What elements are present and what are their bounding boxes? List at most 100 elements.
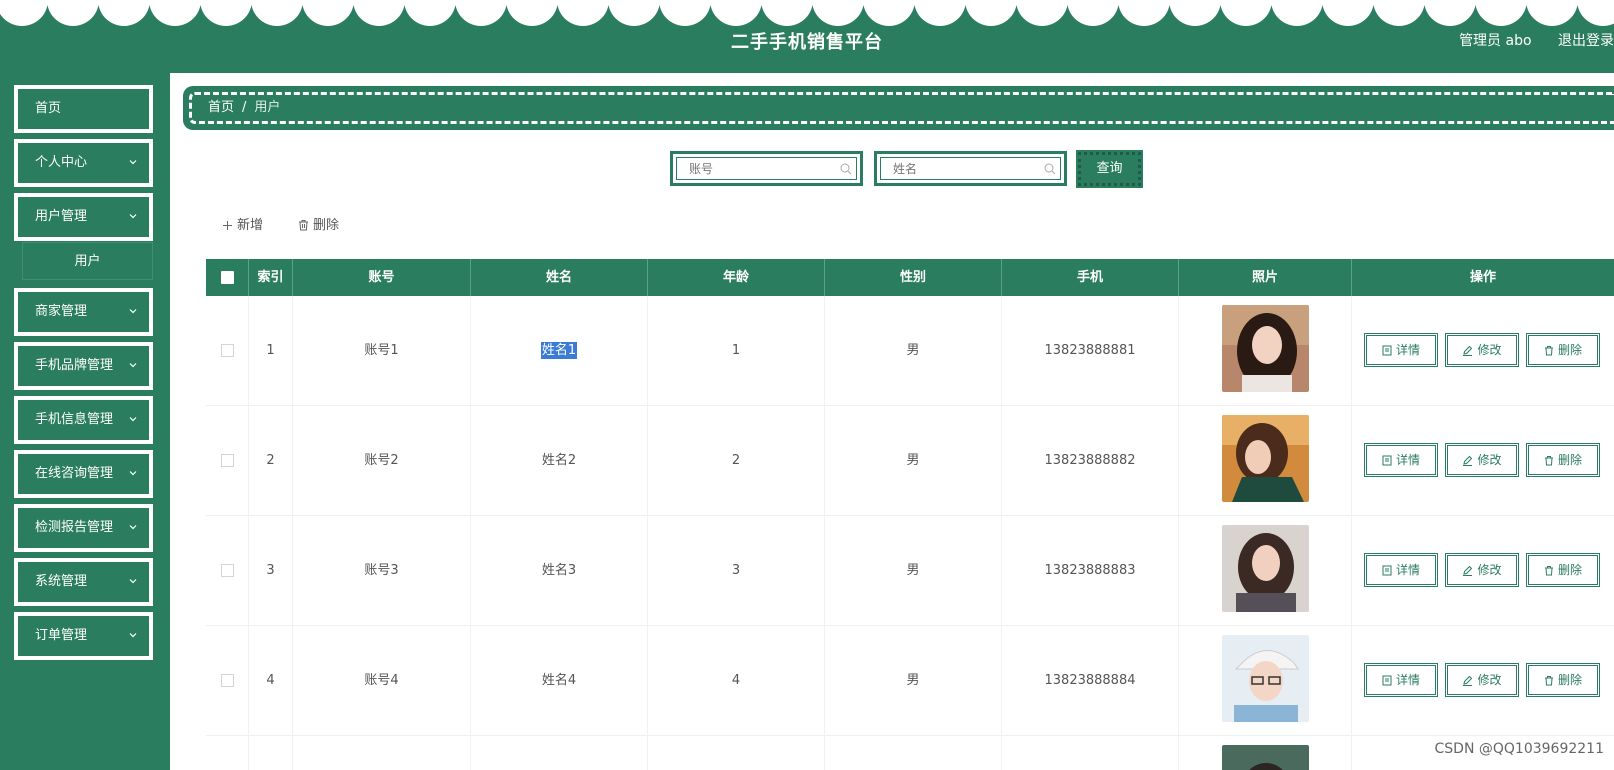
edit-button-label: 修改 [1477, 563, 1502, 577]
breadcrumb-home-link[interactable]: 首页 [208, 100, 234, 115]
column-header-actions: 操作 [1469, 270, 1496, 285]
detail-button[interactable]: 详情 [1364, 553, 1438, 587]
edit-button[interactable]: 修改 [1445, 333, 1519, 367]
cell-photo [1179, 516, 1352, 626]
detail-button[interactable]: 详情 [1364, 443, 1438, 477]
cell-gender: 男 [825, 626, 1002, 736]
user-photo[interactable] [1222, 415, 1309, 502]
sidebar-item-brand-management[interactable]: 手机品牌管理 [14, 342, 153, 390]
top-header: 二手手机销售平台 管理员 abo 退出登录 [0, 0, 1614, 73]
edit-button-label: 修改 [1477, 343, 1502, 357]
cell-name: 姓名1 [471, 296, 648, 406]
add-button[interactable]: 新增 [222, 214, 263, 233]
search-icon [840, 163, 852, 175]
delete-button[interactable]: 删除 [1526, 663, 1600, 697]
batch-delete-label: 删除 [313, 218, 340, 233]
table-header: 索引 账号 姓名 年龄 性别 手机 照片 操作 [206, 259, 1614, 296]
detail-button[interactable]: 详情 [1364, 663, 1438, 697]
row-select-cell [206, 626, 249, 736]
sidebar-item-merchant-management[interactable]: 商家管理 [14, 288, 153, 336]
cell-phone: 13823888882 [1002, 406, 1179, 516]
delete-button-label: 删除 [1557, 343, 1582, 357]
sidebar-item-system-management[interactable]: 系统管理 [14, 558, 153, 606]
cell-actions: 详情 修改 删除 [1352, 296, 1614, 406]
delete-button[interactable]: 删除 [1526, 333, 1600, 367]
cell-age: 4 [648, 626, 825, 736]
cell-name [471, 736, 648, 770]
query-button[interactable]: 查询 [1076, 150, 1143, 188]
sidebar-item-label: 手机信息管理 [35, 412, 114, 427]
sidebar-item-personal-center[interactable]: 个人中心 [14, 139, 153, 187]
user-photo[interactable] [1222, 305, 1309, 392]
sidebar-item-home[interactable]: 首页 [14, 85, 153, 133]
breadcrumb: 首页 / 用户 [183, 86, 1614, 130]
column-header-photo: 照片 [1179, 259, 1352, 296]
edit-button-label: 修改 [1477, 673, 1502, 687]
user-photo[interactable] [1222, 635, 1309, 722]
delete-button[interactable]: 删除 [1526, 553, 1600, 587]
cell-gender: 男 [825, 406, 1002, 516]
sidebar-subitem-users[interactable]: 用户 [22, 242, 153, 280]
batch-delete-button[interactable]: 删除 [298, 214, 339, 233]
cell-photo [1179, 736, 1352, 770]
table-row-partial [206, 736, 1614, 770]
cell-photo [1179, 626, 1352, 736]
chevron-down-icon [129, 579, 137, 584]
select-all-checkbox[interactable] [220, 271, 234, 284]
row-checkbox[interactable] [220, 564, 234, 577]
table-row: 1 账号1 姓名1 1 男 13823888881 详情 修改 删除 [206, 296, 1614, 406]
chevron-down-icon [129, 633, 137, 638]
edit-icon [1463, 455, 1473, 466]
cell-index: 1 [249, 296, 293, 406]
cell-photo [1179, 406, 1352, 516]
sidebar-item-user-management[interactable]: 用户管理 [14, 193, 153, 241]
sidebar-item-label: 手机品牌管理 [35, 358, 114, 373]
edit-button[interactable]: 修改 [1445, 663, 1519, 697]
header-user-area: 管理员 abo 退出登录 [1437, 30, 1614, 50]
column-header-account: 账号 [293, 259, 471, 296]
name-search-input[interactable] [880, 157, 1061, 180]
column-header-index: 索引 [249, 259, 293, 296]
cell-photo [1179, 296, 1352, 406]
cell-index: 3 [249, 516, 293, 626]
chevron-down-icon [129, 160, 137, 165]
account-search-input[interactable] [676, 157, 857, 180]
sidebar-item-label: 订单管理 [35, 628, 88, 643]
trash-icon [299, 220, 308, 231]
sidebar-item-label: 用户管理 [35, 209, 88, 224]
delete-button-label: 删除 [1557, 673, 1582, 687]
row-checkbox[interactable] [220, 344, 234, 357]
breadcrumb-separator: / [242, 100, 247, 115]
cell-account [293, 736, 471, 770]
cell-phone: 13823888883 [1002, 516, 1179, 626]
delete-button[interactable]: 删除 [1526, 443, 1600, 477]
sidebar-item-order-management[interactable]: 订单管理 [14, 612, 153, 660]
detail-button[interactable]: 详情 [1364, 333, 1438, 367]
cell-index: 2 [249, 406, 293, 516]
delete-button-label: 删除 [1557, 453, 1582, 467]
account-search-box [670, 151, 863, 186]
detail-button-label: 详情 [1395, 563, 1420, 577]
logout-link[interactable]: 退出登录 [1558, 33, 1614, 49]
sidebar-item-label: 在线咨询管理 [35, 466, 114, 481]
cell-name: 姓名2 [471, 406, 648, 516]
sidebar-item-phone-info-management[interactable]: 手机信息管理 [14, 396, 153, 444]
cell-age: 3 [648, 516, 825, 626]
edit-icon [1463, 675, 1473, 686]
user-photo[interactable] [1222, 745, 1309, 770]
row-checkbox[interactable] [220, 674, 234, 687]
sidebar-item-label: 检测报告管理 [35, 520, 114, 535]
row-checkbox[interactable] [220, 454, 234, 467]
cell-name: 姓名3 [471, 516, 648, 626]
scallop-border-decoration [0, 0, 1614, 26]
edit-button[interactable]: 修改 [1445, 553, 1519, 587]
row-select-cell [206, 736, 249, 770]
edit-button[interactable]: 修改 [1445, 443, 1519, 477]
sidebar-item-online-consult-management[interactable]: 在线咨询管理 [14, 450, 153, 498]
trash-icon [1544, 566, 1553, 576]
user-photo[interactable] [1222, 525, 1309, 612]
cell-gender: 男 [825, 516, 1002, 626]
sidebar-item-label: 商家管理 [35, 304, 88, 319]
cell-gender [825, 736, 1002, 770]
sidebar-item-inspection-report-management[interactable]: 检测报告管理 [14, 504, 153, 552]
